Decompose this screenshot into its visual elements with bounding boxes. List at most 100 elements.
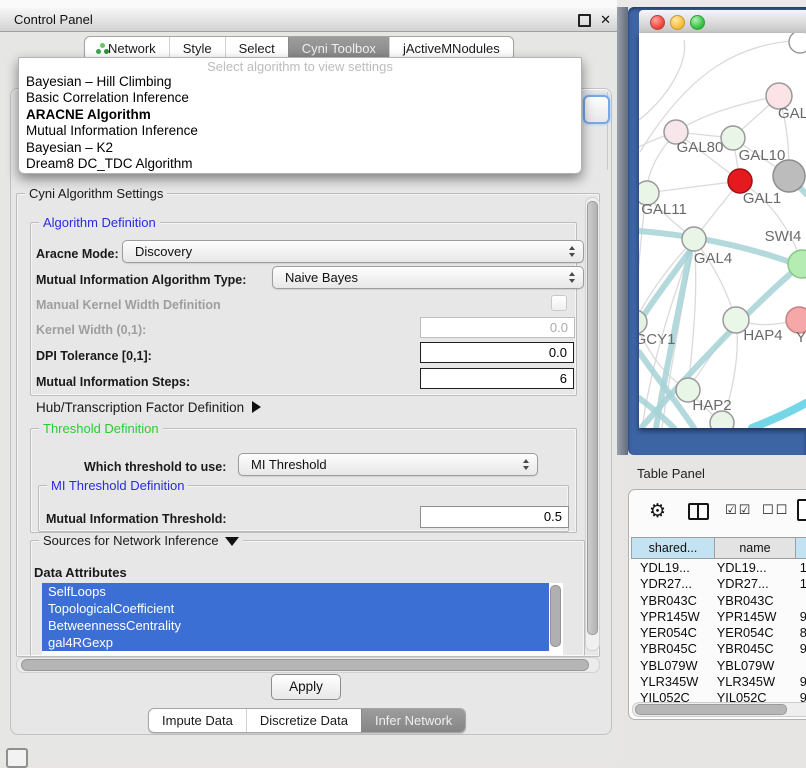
mi-threshold-field[interactable]: 0.5 — [420, 506, 569, 528]
table-horizontal-scrollbar[interactable] — [632, 702, 806, 717]
node-label: SWI4 — [765, 228, 802, 245]
checked-boxes-icon[interactable]: ☑☑ — [725, 502, 752, 518]
cell-value: 9. — [788, 690, 806, 702]
cell-name: YBR043C — [713, 593, 788, 609]
table-horizontal-thumb[interactable] — [635, 704, 787, 715]
algorithm-combobox-fragment[interactable] — [583, 95, 610, 124]
network-node[interactable]: Y — [786, 307, 806, 346]
cell-name: YBR045C — [713, 641, 788, 657]
tab-label: Style — [183, 38, 212, 59]
panel-title: Control Panel — [14, 8, 93, 31]
bottom-tab[interactable]: Impute Data — [149, 709, 246, 732]
table-row[interactable]: YPR145W YPR145W 9. — [631, 609, 806, 625]
column-header[interactable]: A — [796, 537, 806, 559]
settings-horizontal-scrollbar[interactable] — [16, 657, 600, 673]
algorithm-list-item[interactable]: Bayesian – K2 — [19, 140, 581, 156]
network-node[interactable] — [773, 160, 805, 192]
cell-shared-name: YPR145W — [631, 609, 713, 625]
which-threshold-combobox[interactable]: MI Threshold — [238, 453, 538, 476]
dpi-tolerance-field[interactable]: 0.0 — [420, 342, 574, 363]
cell-shared-name: YLR345W — [631, 674, 713, 690]
algorithm-list-item[interactable]: Bayesian – Hill Climbing — [19, 74, 581, 90]
sources-group-title[interactable]: Sources for Network Inference — [39, 533, 243, 548]
network-node[interactable]: GAL11 — [639, 181, 687, 218]
mi-threshold-definition-title: MI Threshold Definition — [47, 478, 188, 493]
cell-value: 8. — [788, 625, 806, 641]
hub-definition-toggle[interactable]: Hub/Transcription Factor Definition — [36, 399, 261, 417]
node-label: GAL — [778, 105, 806, 122]
column-header[interactable]: shared... — [631, 537, 715, 559]
network-window-titlebar[interactable] — [639, 10, 806, 34]
attribute-list-item[interactable]: gal4RGexp — [42, 634, 554, 651]
desktop-strip — [617, 0, 806, 7]
cell-shared-name: YBL079W — [631, 658, 713, 674]
mi-steps-field[interactable]: 6 — [420, 368, 574, 389]
which-threshold-value: MI Threshold — [251, 457, 327, 472]
manual-kernel-checkbox[interactable] — [551, 295, 567, 311]
cell-value: 9. — [788, 609, 806, 625]
bottom-tab-label: Impute Data — [162, 710, 233, 731]
network-node[interactable]: GCY1 — [639, 310, 675, 348]
algorithm-list-item[interactable]: ARACNE Algorithm — [19, 107, 581, 123]
settings-group-title: Cyni Algorithm Settings — [25, 186, 167, 201]
zoom-traffic-light-icon[interactable] — [690, 15, 705, 30]
cell-value: 9. — [788, 674, 806, 690]
table-row[interactable]: YBR043C YBR043C — [631, 593, 806, 609]
table-row[interactable]: YIL052C YIL052C 9. — [631, 690, 806, 702]
network-node[interactable] — [710, 411, 734, 428]
algorithm-definition-title: Algorithm Definition — [39, 215, 160, 230]
network-node[interactable]: HAP2 — [676, 378, 732, 414]
split-columns-icon[interactable] — [688, 503, 709, 520]
bottom-tab[interactable]: Infer Network — [361, 709, 465, 732]
node-label: GCY1 — [639, 331, 675, 348]
cell-value: 13 — [788, 560, 806, 576]
cell-shared-name: YDR27... — [631, 576, 713, 592]
collapsed-panel-button[interactable] — [6, 748, 28, 768]
settings-vertical-thumb[interactable] — [587, 201, 598, 635]
close-traffic-light-icon[interactable] — [650, 15, 665, 30]
network-node[interactable]: GAL — [766, 83, 806, 122]
cell-name: YBL079W — [713, 658, 788, 674]
minimize-traffic-light-icon[interactable] — [670, 15, 685, 30]
attribute-list-item[interactable]: BetweennessCentrality — [42, 617, 554, 634]
network-canvas[interactable]: GAL GAL80 GAL10 GAL1 GAL11 GAL4 — [639, 33, 806, 428]
network-node[interactable] — [789, 33, 806, 53]
gear-icon[interactable]: ⚙ — [649, 499, 666, 525]
algorithm-dropdown-popup: Select algorithm to view settings Bayesi… — [18, 57, 582, 174]
data-attributes-list[interactable]: SelfLoopsTopologicalCoefficientBetweenne… — [42, 583, 563, 655]
mi-type-combobox[interactable]: Naive Bayes — [272, 266, 584, 289]
bottom-tab[interactable]: Discretize Data — [246, 709, 361, 732]
kernel-width-field[interactable]: 0.0 — [420, 317, 575, 338]
algorithm-list-item[interactable]: Mutual Information Inference — [19, 123, 581, 139]
table-row[interactable]: YBL079W YBL079W — [631, 658, 806, 674]
aracne-mode-combobox[interactable]: Discovery — [122, 240, 584, 263]
attribute-list-item[interactable]: SelfLoops — [42, 583, 554, 600]
settings-vertical-scrollbar[interactable] — [585, 197, 600, 651]
algorithm-list-item[interactable]: Basic Correlation Inference — [19, 90, 581, 106]
table-row[interactable]: YBR045C YBR045C 9. — [631, 641, 806, 657]
table-panel: ⚙ ☑☑ ☐☐ shared...nameA YDL19... YDL19...… — [628, 489, 806, 720]
node-label: Y — [796, 329, 806, 346]
list-scrollbar-thumb[interactable] — [550, 585, 561, 647]
table-row[interactable]: YDL19... YDL19... 13 — [631, 560, 806, 576]
apply-button[interactable]: Apply — [271, 674, 341, 700]
table-row[interactable]: YER054C YER054C 8. — [631, 625, 806, 641]
column-header[interactable]: name — [715, 537, 796, 559]
cell-name: YDL19... — [713, 560, 788, 576]
list-scrollbar[interactable] — [549, 583, 563, 655]
cell-value — [788, 593, 806, 609]
network-node[interactable]: GAL80 — [664, 120, 723, 156]
attribute-list-item[interactable]: TopologicalCoefficient — [42, 600, 554, 617]
table-row[interactable]: YDR27... YDR27... 12 — [631, 576, 806, 592]
cell-name: YIL052C — [713, 690, 788, 702]
table-row[interactable]: YLR345W YLR345W 9. — [631, 674, 806, 690]
close-icon[interactable]: ✕ — [600, 11, 611, 28]
unchecked-boxes-icon[interactable]: ☐☐ — [762, 502, 789, 518]
cell-shared-name: YBR045C — [631, 641, 713, 657]
page-icon[interactable] — [797, 499, 806, 521]
table-header-row: shared...nameA — [631, 537, 806, 559]
network-node[interactable]: GAL10 — [721, 126, 785, 164]
algorithm-list-item[interactable]: Dream8 DC_TDC Algorithm — [19, 156, 581, 172]
settings-horizontal-thumb[interactable] — [21, 659, 589, 671]
float-window-icon[interactable] — [578, 14, 591, 27]
